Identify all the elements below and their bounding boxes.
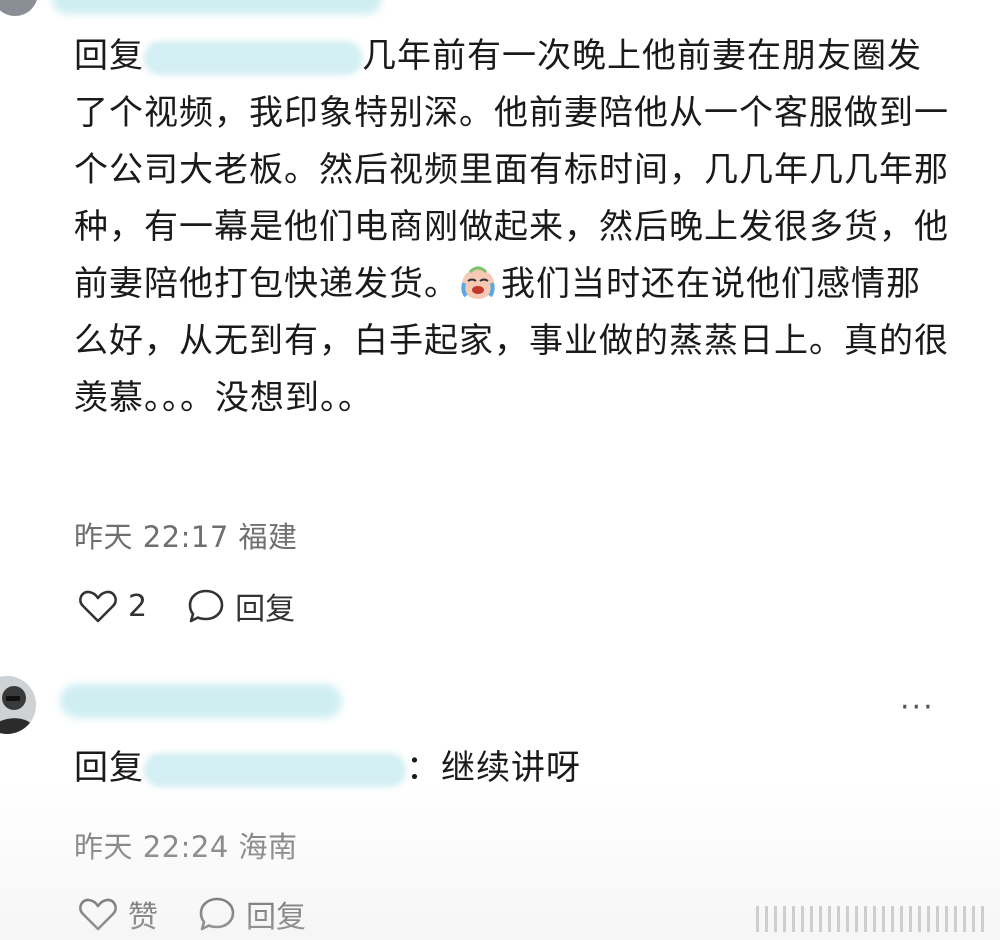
reply-button[interactable]: 回复 (198, 892, 306, 936)
reply-target-blurred[interactable] (144, 40, 362, 75)
comment-time: 昨天 22:24 (74, 830, 229, 864)
avatar[interactable] (0, 0, 38, 16)
like-button[interactable]: 赞 (78, 892, 158, 936)
comment-actions: 2 回复 (78, 584, 295, 628)
username-blurred[interactable] (60, 684, 342, 718)
comment-location: 福建 (238, 520, 298, 554)
heart-icon (78, 588, 118, 624)
username-blurred[interactable] (52, 0, 382, 14)
reply-target-blurred[interactable] (144, 752, 406, 787)
like-label: 赞 (128, 900, 158, 935)
avatar[interactable] (0, 676, 36, 734)
crying-laughing-emoji-icon (459, 262, 497, 300)
comment-text: 回复 几年前有一次晚上他前妻在朋友圈发了个视频，我印象特别深。他前妻陪他从一个客服… (74, 28, 954, 427)
watermark (756, 906, 986, 932)
comment-actions: 赞 回复 (78, 892, 306, 936)
like-count: 2 (128, 588, 148, 624)
reply-label: 回复 (235, 592, 296, 627)
reply-button[interactable]: 回复 (187, 584, 295, 628)
comment-time: 昨天 22:17 (74, 520, 229, 554)
comment-bubble-icon (187, 588, 225, 624)
ellipsis-icon[interactable]: ··· (900, 690, 935, 725)
reply-prefix: 回复 (74, 748, 144, 788)
comment-meta: 昨天 22:17 福建 (74, 514, 298, 556)
like-button[interactable]: 2 (78, 588, 147, 624)
reply-prefix: 回复 (74, 36, 144, 76)
comment-bubble-icon (198, 896, 236, 932)
reply-label: 回复 (246, 900, 306, 935)
comment-text: 回复 ：继续讲呀 (74, 740, 954, 797)
comment-location: 海南 (238, 830, 298, 864)
comment-meta: 昨天 22:24 海南 (74, 824, 298, 866)
heart-icon (78, 896, 118, 932)
comment-text-content: ：继续讲呀 (406, 748, 581, 788)
